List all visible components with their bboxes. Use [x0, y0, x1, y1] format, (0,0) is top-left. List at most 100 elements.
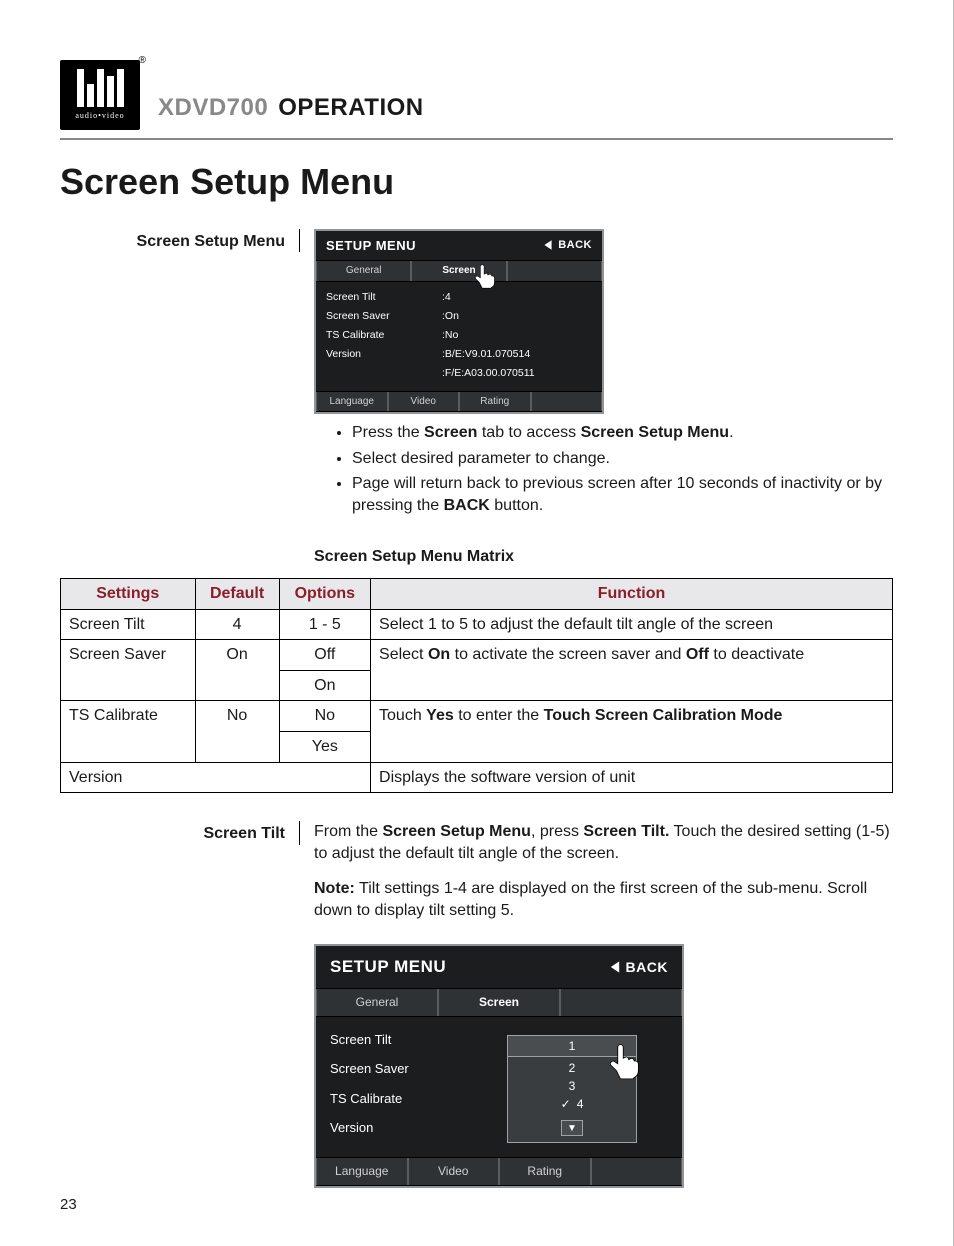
list-item[interactable]: TS Calibrate: [326, 328, 436, 342]
table-header: Settings: [61, 578, 196, 609]
screen-tilt-note: Note: Tilt settings 1-4 are displayed on…: [314, 878, 893, 921]
tab[interactable]: Rating: [499, 1158, 591, 1184]
back-label: BACK: [626, 958, 668, 977]
page-number: 23: [60, 1195, 77, 1215]
table-header: Options: [279, 578, 370, 609]
param-list: Screen Tilt Screen Saver TS Calibrate Versi…: [330, 1031, 470, 1144]
tab[interactable]: [560, 989, 682, 1015]
cell-function: Select On to activate the screen saver a…: [371, 640, 893, 701]
table-row: TS CalibrateNoNoTouch Yes to enter the T…: [61, 701, 893, 732]
list-item[interactable]: Version: [326, 347, 436, 361]
tab[interactable]: Language: [316, 1158, 408, 1184]
header-section: OPERATION: [278, 92, 423, 124]
table-row: Screen SaverOnOffSelect On to activate t…: [61, 640, 893, 671]
screen-tilt-para-1: From the Screen Setup Menu, press Screen…: [314, 821, 893, 864]
list-item[interactable]: Screen Saver: [330, 1060, 470, 1078]
back-button[interactable]: BACK: [608, 958, 668, 977]
cell-setting: Version: [61, 762, 371, 793]
list-item[interactable]: Screen Tilt: [330, 1031, 470, 1049]
param-list: Screen Tilt Screen Saver TS Calibrate Versi…: [326, 290, 436, 381]
back-arrow-icon: [608, 960, 622, 974]
section-content: From the Screen Setup Menu, press Screen…: [314, 821, 893, 1187]
section-screen-tilt: Screen Tilt From the Screen Setup Menu, …: [60, 821, 893, 1187]
cell-default: 4: [195, 609, 279, 640]
tab[interactable]: General: [316, 989, 438, 1015]
cell-option: Off: [279, 640, 370, 671]
cell-option: No: [279, 701, 370, 732]
tab[interactable]: [591, 1158, 683, 1184]
table-header: Function: [371, 578, 893, 609]
panel-title: SETUP MENU: [326, 237, 416, 255]
list-item: :B/E:V9.01.070514: [442, 347, 535, 361]
section-screen-setup: Screen Setup Menu SETUP MENU BACK Genera…: [60, 229, 893, 521]
page: ® audio•video XDVD700 OPERATION Screen S…: [0, 0, 954, 1246]
cell-default: No: [195, 701, 279, 762]
panel-title: SETUP MENU: [330, 956, 446, 979]
hand-pointer-icon: [604, 1039, 648, 1083]
cell-option: On: [279, 670, 370, 701]
check-icon: ✓: [561, 1096, 571, 1112]
page-title: Screen Setup Menu: [60, 158, 893, 207]
header-title: XDVD700 OPERATION: [158, 92, 424, 130]
cell-setting: Screen Tilt: [61, 609, 196, 640]
brand-logo: ® audio•video: [60, 60, 140, 130]
tilt-option[interactable]: ✓4: [561, 1096, 584, 1112]
bottom-tab-row: LanguageVideoRating: [316, 1157, 682, 1185]
page-header: ® audio•video XDVD700 OPERATION: [60, 60, 893, 130]
list-item[interactable]: TS Calibrate: [330, 1090, 470, 1108]
tab[interactable]: Screen: [438, 989, 560, 1015]
table-header: Default: [195, 578, 279, 609]
screen-setup-matrix-table: SettingsDefaultOptionsFunctionScreen Til…: [60, 578, 893, 793]
instruction-item: Page will return back to previous screen…: [352, 473, 893, 516]
tab[interactable]: [531, 392, 603, 412]
header-rule: [60, 138, 893, 140]
cell-option: 1 - 5: [279, 609, 370, 640]
tilt-option[interactable]: 3: [569, 1078, 576, 1094]
model-number: XDVD700: [158, 92, 268, 124]
chevron-down-icon: ▼: [567, 1122, 577, 1136]
list-item[interactable]: Screen Saver: [326, 309, 436, 323]
table-row: Screen Tilt41 - 5Select 1 to 5 to adjust…: [61, 609, 893, 640]
tab[interactable]: Rating: [459, 392, 531, 412]
section-label: Screen Tilt: [60, 821, 300, 845]
cell-function: Touch Yes to enter the Touch Screen Cali…: [371, 701, 893, 762]
logo-bars-icon: [77, 69, 124, 107]
cell-setting: TS Calibrate: [61, 701, 196, 762]
section-label: Screen Setup Menu: [60, 229, 300, 253]
list-item[interactable]: [326, 366, 436, 380]
top-tab-row: GeneralScreen: [316, 260, 602, 282]
logo-subtitle: audio•video: [75, 111, 124, 122]
list-item: :4: [442, 290, 535, 304]
back-arrow-icon: [542, 239, 554, 251]
matrix-heading: Screen Setup Menu Matrix: [314, 546, 893, 568]
bottom-tab-row: LanguageVideoRating: [316, 391, 602, 413]
instruction-item: Press the Screen tab to access Screen Se…: [352, 422, 893, 444]
tab[interactable]: General: [316, 261, 411, 281]
tab[interactable]: Video: [408, 1158, 500, 1184]
cell-option: Yes: [279, 731, 370, 762]
setup-menu-screenshot-2: SETUP MENU BACK GeneralScreen Screen Til…: [314, 944, 684, 1188]
list-item[interactable]: Screen Tilt: [326, 290, 436, 304]
instruction-list: Press the Screen tab to access Screen Se…: [314, 422, 893, 516]
list-item: :F/E:A03.00.070511: [442, 366, 535, 380]
tilt-option[interactable]: 2: [569, 1060, 576, 1076]
back-button[interactable]: BACK: [542, 238, 592, 253]
cell-function: Displays the software version of unit: [371, 762, 893, 793]
scroll-down-button[interactable]: ▼: [561, 1120, 583, 1136]
list-item: :No: [442, 328, 535, 342]
back-label: BACK: [558, 238, 592, 253]
tab[interactable]: [507, 261, 602, 281]
tab[interactable]: Language: [316, 392, 388, 412]
setup-menu-screenshot-1: SETUP MENU BACK GeneralScreen Screen Til…: [314, 229, 604, 414]
list-item[interactable]: Version: [330, 1119, 470, 1137]
registered-mark: ®: [139, 54, 146, 68]
cell-function: Select 1 to 5 to adjust the default tilt…: [371, 609, 893, 640]
section-content: SETUP MENU BACK GeneralScreen Screen Til…: [314, 229, 893, 521]
hand-pointer-icon: [471, 261, 501, 291]
top-tab-row: GeneralScreen: [316, 988, 682, 1016]
param-values: :4:On:No:B/E:V9.01.070514:F/E:A03.00.070…: [442, 290, 535, 381]
instruction-item: Select desired parameter to change.: [352, 448, 893, 470]
table-row: VersionDisplays the software version of …: [61, 762, 893, 793]
tab[interactable]: Video: [388, 392, 460, 412]
cell-setting: Screen Saver: [61, 640, 196, 701]
